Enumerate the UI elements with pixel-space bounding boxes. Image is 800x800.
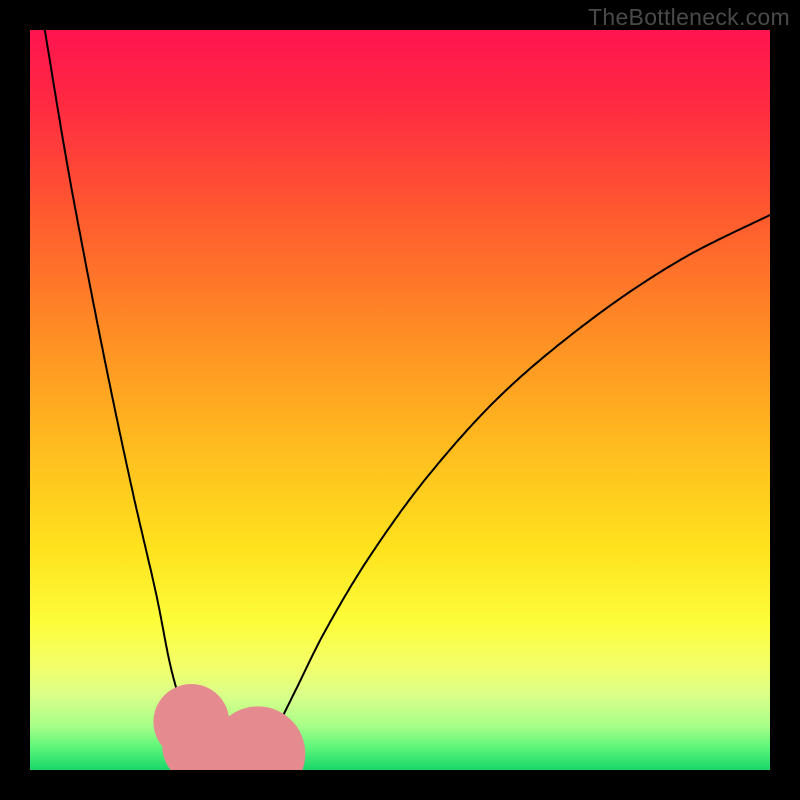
bottleneck-curve-left <box>45 30 215 770</box>
marker-group <box>153 684 305 770</box>
chart-frame: TheBottleneck.com <box>0 0 800 800</box>
watermark-text: TheBottleneck.com <box>588 4 790 31</box>
curve-layer <box>30 30 770 770</box>
plot-area <box>30 30 770 770</box>
bottleneck-curve-right <box>252 215 770 770</box>
